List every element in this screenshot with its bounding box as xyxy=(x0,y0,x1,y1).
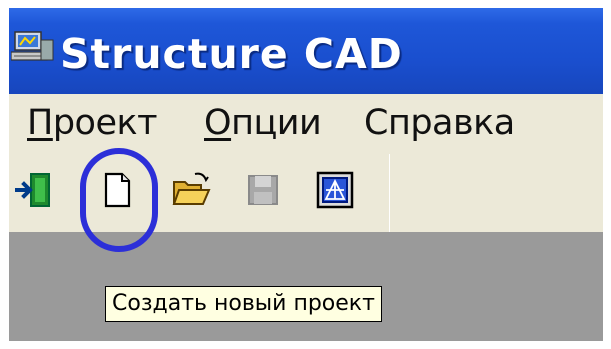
exit-icon xyxy=(15,173,50,207)
save-floppy-icon xyxy=(248,175,278,205)
open-folder-icon xyxy=(172,172,211,205)
menu-options-label: пции xyxy=(231,103,322,143)
menu-bar: Проект Опции Справка xyxy=(9,94,603,154)
menu-help[interactable]: Справка xyxy=(364,103,515,143)
menu-options-accel: О xyxy=(204,103,232,143)
toolbar-empty-area xyxy=(389,154,603,232)
menu-options[interactable]: Опции xyxy=(204,103,322,143)
exit-button[interactable] xyxy=(13,168,57,212)
menu-project[interactable]: Проект xyxy=(27,103,158,143)
structure-view-button[interactable] xyxy=(313,168,357,212)
title-bar[interactable]: Structure CAD xyxy=(9,8,603,94)
menu-project-label: роект xyxy=(52,103,158,143)
menu-project-accel: П xyxy=(27,103,53,143)
menu-help-label: Справка xyxy=(364,103,515,143)
tooltip: Создать новый проект xyxy=(105,286,382,322)
save-project-button[interactable] xyxy=(241,168,285,212)
open-project-button[interactable] xyxy=(169,168,213,212)
app-logo-icon xyxy=(11,31,54,61)
structure-view-icon xyxy=(316,171,354,209)
window-title: Structure CAD xyxy=(60,30,403,78)
app-window: Structure CAD Проект Опции Справка Созда… xyxy=(9,8,603,341)
highlight-annotation xyxy=(80,148,158,252)
toolbar xyxy=(9,154,389,232)
